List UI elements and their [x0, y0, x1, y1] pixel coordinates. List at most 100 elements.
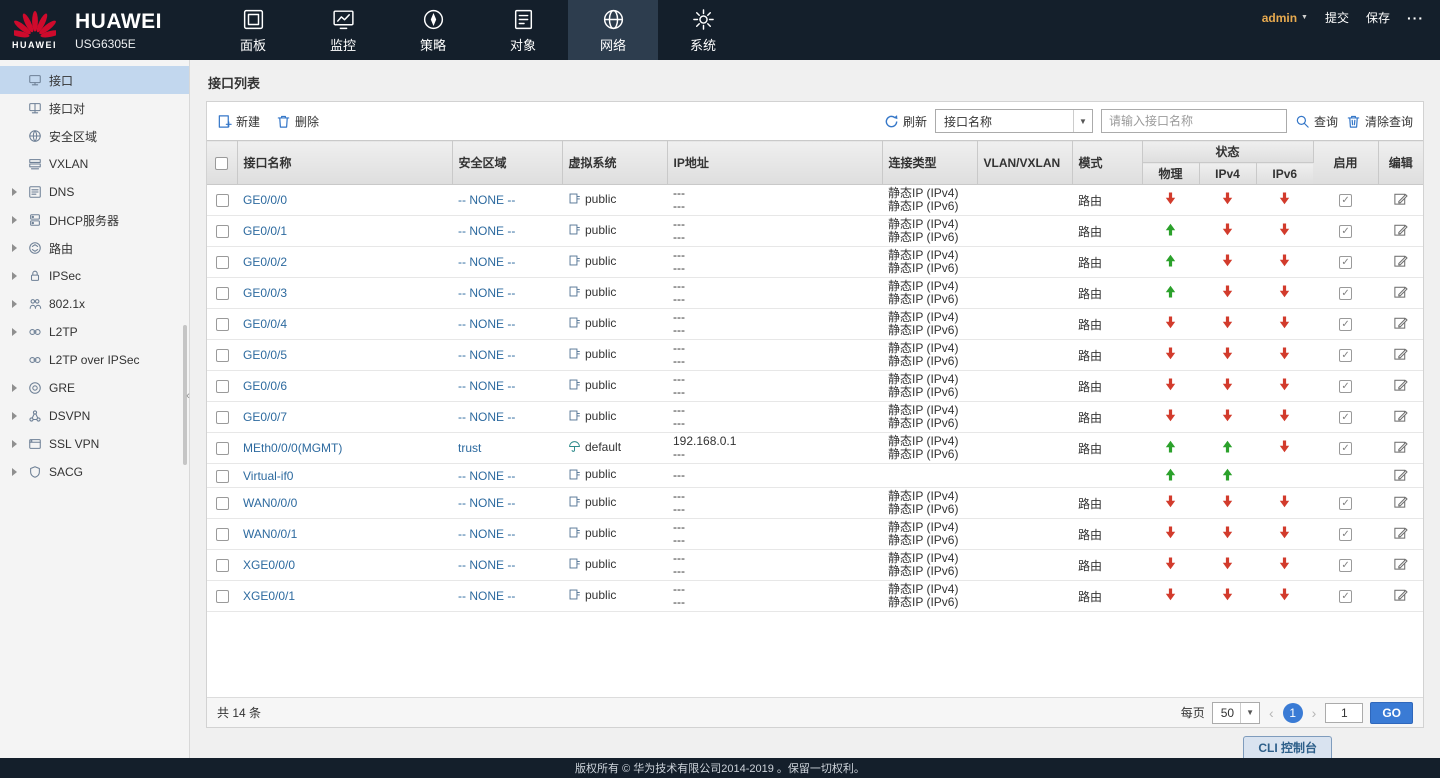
more-menu-icon[interactable]: ··· — [1407, 10, 1424, 26]
edit-icon[interactable] — [1393, 439, 1408, 454]
row-select-checkbox[interactable] — [216, 559, 229, 572]
edit-icon[interactable] — [1393, 556, 1408, 571]
nav-item-network[interactable]: 网络 — [568, 0, 658, 60]
row-select-checkbox[interactable] — [216, 380, 229, 393]
security-zone-link[interactable]: -- NONE -- — [458, 379, 515, 393]
enable-checkbox[interactable]: ✓ — [1339, 590, 1352, 603]
security-zone-link[interactable]: -- NONE -- — [458, 193, 515, 207]
interface-name-link[interactable]: XGE0/0/0 — [243, 558, 295, 572]
security-zone-link[interactable]: -- NONE -- — [458, 348, 515, 362]
row-select-checkbox[interactable] — [216, 411, 229, 424]
select-all-checkbox[interactable] — [215, 157, 228, 170]
clear-query-button[interactable]: 清除查询 — [1346, 113, 1413, 130]
filter-field-select[interactable]: 接口名称 ▼ — [935, 109, 1093, 133]
edit-icon[interactable] — [1393, 377, 1408, 392]
page-number-input[interactable] — [1325, 703, 1363, 723]
interface-name-link[interactable]: GE0/0/4 — [243, 317, 287, 331]
expand-arrow-icon[interactable] — [12, 216, 21, 224]
next-page-button[interactable]: › — [1310, 705, 1319, 721]
row-select-checkbox[interactable] — [216, 287, 229, 300]
enable-checkbox[interactable]: ✓ — [1339, 225, 1352, 238]
enable-checkbox[interactable]: ✓ — [1339, 411, 1352, 424]
sidebar-item-interface-pair[interactable]: 接口对 — [0, 94, 189, 122]
interface-name-link[interactable]: GE0/0/0 — [243, 193, 287, 207]
row-select-checkbox[interactable] — [216, 256, 229, 269]
enable-checkbox[interactable]: ✓ — [1339, 380, 1352, 393]
sidebar-item-sacg[interactable]: SACG — [0, 458, 189, 486]
nav-item-system[interactable]: 系统 — [658, 0, 748, 60]
sidebar-item-route[interactable]: 路由 — [0, 234, 189, 262]
enable-checkbox[interactable]: ✓ — [1339, 287, 1352, 300]
nav-item-object[interactable]: 对象 — [478, 0, 568, 60]
expand-arrow-icon[interactable] — [12, 412, 21, 420]
enable-checkbox[interactable]: ✓ — [1339, 256, 1352, 269]
sidebar-item-ipsec[interactable]: IPSec — [0, 262, 189, 290]
sidebar-item-802-1x[interactable]: 802.1x — [0, 290, 189, 318]
expand-arrow-icon[interactable] — [12, 328, 21, 336]
security-zone-link[interactable]: -- NONE -- — [458, 527, 515, 541]
new-button[interactable]: 新建 — [217, 113, 260, 130]
edit-icon[interactable] — [1393, 408, 1408, 423]
save-button[interactable]: 保存 — [1366, 9, 1390, 26]
security-zone-link[interactable]: -- NONE -- — [458, 558, 515, 572]
sidebar-item-security-zone[interactable]: 安全区域 — [0, 122, 189, 150]
enable-checkbox[interactable]: ✓ — [1339, 194, 1352, 207]
expand-arrow-icon[interactable] — [12, 188, 21, 196]
per-page-select[interactable]: 50 ▼ — [1212, 702, 1260, 724]
sidebar-item-dhcp-server[interactable]: DHCP服务器 — [0, 206, 189, 234]
edit-icon[interactable] — [1393, 525, 1408, 540]
edit-icon[interactable] — [1393, 284, 1408, 299]
row-select-checkbox[interactable] — [216, 442, 229, 455]
security-zone-link[interactable]: -- NONE -- — [458, 469, 515, 483]
expand-arrow-icon[interactable] — [12, 468, 21, 476]
search-input[interactable] — [1101, 109, 1287, 133]
edit-icon[interactable] — [1393, 587, 1408, 602]
refresh-button[interactable]: 刷新 — [884, 113, 927, 130]
sidebar-item-vxlan[interactable]: VXLAN — [0, 150, 189, 178]
edit-icon[interactable] — [1393, 315, 1408, 330]
row-select-checkbox[interactable] — [216, 225, 229, 238]
edit-icon[interactable] — [1393, 494, 1408, 509]
delete-button[interactable]: 删除 — [276, 113, 319, 130]
edit-icon[interactable] — [1393, 222, 1408, 237]
expand-arrow-icon[interactable] — [12, 440, 21, 448]
go-button[interactable]: GO — [1370, 702, 1413, 724]
interface-name-link[interactable]: GE0/0/3 — [243, 286, 287, 300]
sidebar-item-l2tp[interactable]: L2TP — [0, 318, 189, 346]
interface-name-link[interactable]: MEth0/0/0(MGMT) — [243, 441, 342, 455]
interface-name-link[interactable]: GE0/0/7 — [243, 410, 287, 424]
security-zone-link[interactable]: -- NONE -- — [458, 410, 515, 424]
enable-checkbox[interactable]: ✓ — [1339, 497, 1352, 510]
security-zone-link[interactable]: -- NONE -- — [458, 317, 515, 331]
sidebar-item-ssl-vpn[interactable]: SSL VPN — [0, 430, 189, 458]
cli-console-button[interactable]: CLI 控制台 — [1243, 736, 1332, 758]
enable-checkbox[interactable]: ✓ — [1339, 559, 1352, 572]
row-select-checkbox[interactable] — [216, 349, 229, 362]
security-zone-link[interactable]: -- NONE -- — [458, 589, 515, 603]
expand-arrow-icon[interactable] — [12, 244, 21, 252]
edit-icon[interactable] — [1393, 191, 1408, 206]
interface-name-link[interactable]: Virtual-if0 — [243, 469, 293, 483]
sidebar-item-l2tp-over-ipsec[interactable]: L2TP over IPSec — [0, 346, 189, 374]
row-select-checkbox[interactable] — [216, 470, 229, 483]
security-zone-link[interactable]: -- NONE -- — [458, 255, 515, 269]
edit-icon[interactable] — [1393, 346, 1408, 361]
row-select-checkbox[interactable] — [216, 194, 229, 207]
enable-checkbox[interactable]: ✓ — [1339, 528, 1352, 541]
security-zone-link[interactable]: trust — [458, 441, 481, 455]
interface-name-link[interactable]: WAN0/0/0 — [243, 496, 297, 510]
interface-name-link[interactable]: WAN0/0/1 — [243, 527, 297, 541]
interface-name-link[interactable]: GE0/0/5 — [243, 348, 287, 362]
row-select-checkbox[interactable] — [216, 590, 229, 603]
security-zone-link[interactable]: -- NONE -- — [458, 286, 515, 300]
query-button[interactable]: 查询 — [1295, 113, 1338, 130]
edit-icon[interactable] — [1393, 253, 1408, 268]
prev-page-button[interactable]: ‹ — [1267, 705, 1276, 721]
sidebar-item-dns[interactable]: DNS — [0, 178, 189, 206]
sidebar-collapse-handle[interactable]: ‹ — [183, 384, 193, 408]
current-page-button[interactable]: 1 — [1283, 703, 1303, 723]
nav-item-policy[interactable]: 策略 — [388, 0, 478, 60]
enable-checkbox[interactable]: ✓ — [1339, 349, 1352, 362]
user-menu[interactable]: admin ▼ — [1262, 11, 1308, 25]
nav-item-monitor[interactable]: 监控 — [298, 0, 388, 60]
